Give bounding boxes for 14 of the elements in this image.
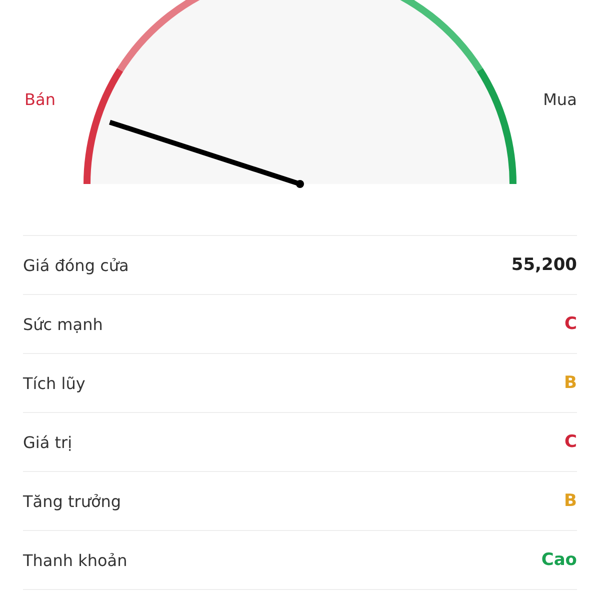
row-label: Thanh khoản: [23, 550, 128, 570]
row-value: B: [564, 491, 577, 511]
row-value: 55,200: [511, 255, 577, 275]
row-label: Tích lũy: [23, 374, 86, 392]
gauge-label: Mua: [543, 90, 577, 111]
row-value: C: [564, 432, 577, 452]
row-value: Cao: [541, 550, 577, 570]
row-label: Giá đóng cửa: [23, 256, 129, 274]
row-value: B: [564, 373, 577, 393]
row-label: Tăng trưởng: [23, 492, 122, 510]
row-label: Sức mạnh: [23, 314, 103, 334]
row-label: Giá trị: [23, 432, 72, 452]
gauge-label: Bán: [24, 90, 56, 111]
row-value: C: [564, 314, 577, 334]
